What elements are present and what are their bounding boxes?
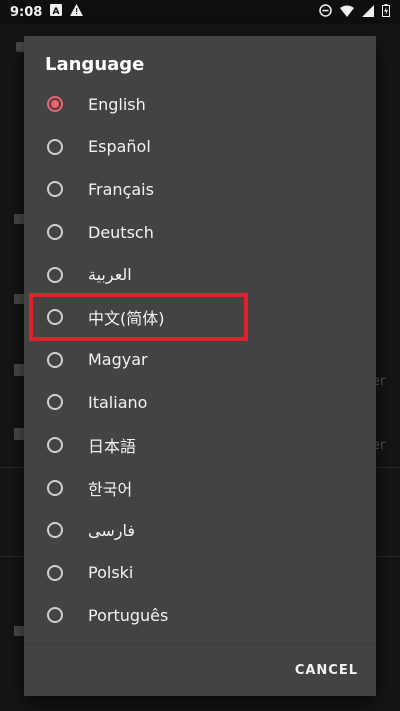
do-not-disturb-icon — [319, 4, 332, 21]
radio-unchecked-icon[interactable] — [47, 181, 63, 198]
language-dialog: Language English Español Français Deutsc… — [24, 36, 376, 696]
red-highlight-box — [29, 293, 248, 341]
option-label: Polski — [88, 563, 134, 583]
language-option-korean[interactable]: 한국어 — [24, 466, 376, 509]
radio-unchecked-icon[interactable] — [47, 479, 63, 496]
language-option-italiano[interactable]: Italiano — [24, 381, 376, 424]
status-bar: 9:08 A — [0, 0, 400, 24]
language-option-japanese[interactable]: 日本語 — [24, 424, 376, 467]
option-label: Français — [88, 179, 154, 199]
radio-unchecked-icon[interactable] — [47, 394, 63, 411]
option-label: Italiano — [88, 392, 148, 412]
language-option-english[interactable]: English — [24, 83, 376, 126]
svg-text:A: A — [53, 7, 60, 16]
option-label: فارسی — [88, 520, 135, 540]
radio-unchecked-icon[interactable] — [47, 437, 63, 454]
radio-unchecked-icon[interactable] — [47, 522, 63, 539]
radio-unchecked-icon[interactable] — [47, 607, 63, 624]
language-option-deutsch[interactable]: Deutsch — [24, 211, 376, 254]
radio-unchecked-icon[interactable] — [47, 564, 63, 581]
signal-icon — [362, 4, 374, 21]
warning-icon — [70, 4, 84, 20]
bg-edit-icon — [14, 214, 24, 224]
bg-warning-icon — [14, 294, 24, 304]
language-option-espanol[interactable]: Español — [24, 126, 376, 169]
radio-unchecked-icon[interactable] — [47, 138, 63, 155]
radio-checked-icon[interactable] — [47, 96, 63, 113]
radio-unchecked-icon[interactable] — [47, 266, 63, 283]
a-notification-icon: A — [50, 4, 63, 20]
wifi-icon — [340, 5, 354, 21]
language-option-portugues[interactable]: Português — [24, 594, 376, 637]
dialog-title: Language — [45, 54, 145, 75]
dialog-footer: CANCEL — [24, 644, 376, 697]
language-option-persian[interactable]: فارسی — [24, 509, 376, 552]
option-label: 日本語 — [88, 437, 137, 457]
language-option-arabic[interactable]: العربية — [24, 253, 376, 296]
battery-icon — [382, 4, 390, 21]
option-label: Magyar — [88, 350, 148, 370]
option-label: 한국어 — [88, 479, 133, 499]
language-option-francais[interactable]: Français — [24, 168, 376, 211]
cancel-button[interactable]: CANCEL — [295, 663, 358, 678]
radio-unchecked-icon[interactable] — [47, 351, 63, 368]
language-option-magyar[interactable]: Magyar — [24, 339, 376, 382]
status-time: 9:08 — [10, 4, 43, 20]
option-label: Deutsch — [88, 222, 154, 242]
option-label: العربية — [88, 265, 132, 285]
language-option-polski[interactable]: Polski — [24, 552, 376, 595]
language-option-list: English Español Français Deutsch العربية… — [24, 83, 376, 637]
option-label: Español — [88, 137, 151, 157]
option-label: Português — [88, 605, 169, 625]
option-label: English — [88, 94, 146, 114]
radio-unchecked-icon[interactable] — [47, 224, 63, 241]
